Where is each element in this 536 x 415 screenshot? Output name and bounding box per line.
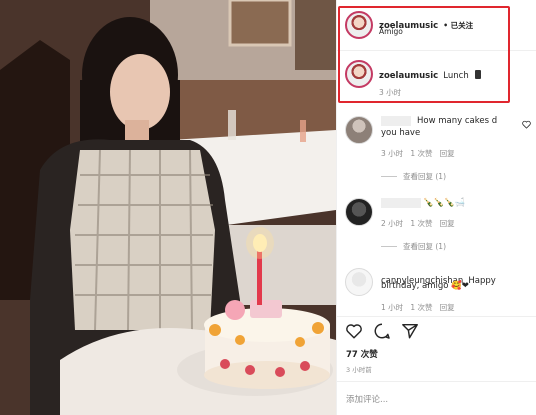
comment-text-line2: you have [381, 128, 421, 138]
photo-illustration [0, 0, 336, 415]
paper-plane-icon[interactable] [401, 322, 419, 340]
heart-icon[interactable] [345, 322, 363, 340]
comment-meta: 1 小时 1 次赞 回复 [381, 302, 455, 313]
reply-button[interactable]: 回复 [440, 149, 455, 158]
commenter-avatar[interactable] [345, 268, 373, 296]
highlight-box [338, 6, 510, 103]
comment-likes[interactable]: 1 次赞 [410, 219, 432, 228]
comment-text: How many cakes d [417, 116, 498, 126]
replies-dash [381, 246, 397, 247]
comment-item: cannyleungchishan Happy birthday, amigo … [337, 264, 536, 316]
comment-item: How many cakes d you have 3 小时 1 次赞 回复 查… [337, 112, 536, 182]
comment-icon[interactable] [373, 322, 391, 340]
comment-time[interactable]: 2 小时 [381, 219, 403, 228]
comment-meta: 3 小时 1 次赞 回复 [381, 148, 455, 159]
commenter-avatar[interactable] [345, 116, 373, 144]
view-replies[interactable]: 查看回复 (1) [381, 171, 446, 182]
commenter-avatar[interactable] [345, 198, 373, 226]
comment-text: Happy [468, 276, 496, 286]
replies-dash [381, 176, 397, 177]
comment-item: 🍾🍾🍾🛁 2 小时 1 次赞 回复 查看回复 (1) [337, 194, 536, 254]
comment-time[interactable]: 3 小时 [381, 149, 403, 158]
add-comment-input[interactable]: 添加评论... [346, 393, 388, 405]
like-count[interactable]: 77 次赞 [346, 348, 378, 360]
username-redacted [381, 198, 421, 208]
comment-likes[interactable]: 1 次赞 [410, 303, 432, 312]
comment-time[interactable]: 1 小时 [381, 303, 403, 312]
view-replies[interactable]: 查看回复 (1) [381, 241, 446, 252]
reply-button[interactable]: 回复 [440, 303, 455, 312]
comment-emoji-text: 🍾🍾🍾🛁 [423, 198, 466, 208]
comment-meta: 2 小时 1 次赞 回复 [381, 218, 455, 229]
post-time[interactable]: 3 小时前 [346, 364, 372, 374]
comment-text-line2: birthday, amigo 🥰❤ [381, 281, 469, 291]
post-photo [0, 0, 336, 415]
input-divider [337, 381, 536, 382]
action-bar [345, 322, 419, 340]
reply-button[interactable]: 回复 [440, 219, 455, 228]
comment-likes[interactable]: 1 次赞 [410, 149, 432, 158]
view-replies-label[interactable]: 查看回复 (1) [403, 171, 446, 182]
actions-divider [337, 316, 536, 317]
view-replies-label[interactable]: 查看回复 (1) [403, 241, 446, 252]
comment-heart-icon[interactable] [522, 120, 531, 129]
username-redacted [381, 116, 411, 126]
